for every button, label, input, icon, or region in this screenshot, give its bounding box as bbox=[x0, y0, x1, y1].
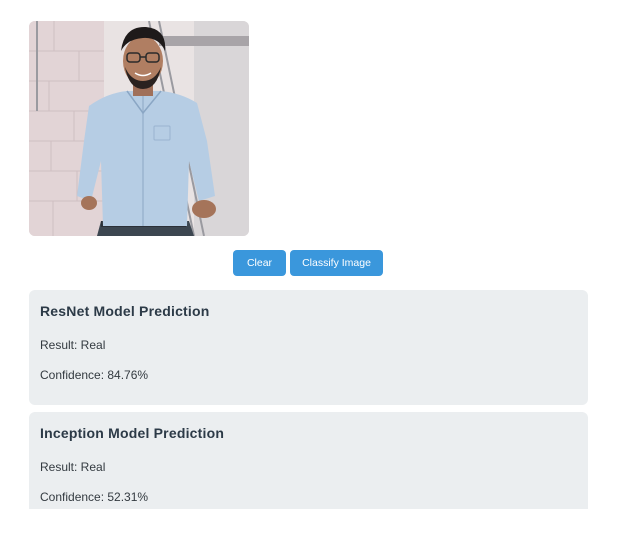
inception-prediction-card: Inception Model Prediction Result: Real … bbox=[29, 412, 588, 509]
image-preview bbox=[29, 21, 249, 236]
card-title: Inception Model Prediction bbox=[40, 425, 225, 441]
page: Clear Classify Image ResNet Model Predic… bbox=[0, 0, 627, 537]
card-title: ResNet Model Prediction bbox=[40, 303, 210, 319]
prediction-result: Result: Real bbox=[40, 338, 106, 352]
portrait-image bbox=[29, 21, 249, 236]
classify-image-button[interactable]: Classify Image bbox=[290, 250, 383, 276]
prediction-result: Result: Real bbox=[40, 460, 106, 474]
prediction-confidence: Confidence: 84.76% bbox=[40, 368, 149, 382]
prediction-confidence: Confidence: 52.31% bbox=[40, 490, 149, 504]
clear-button[interactable]: Clear bbox=[233, 250, 286, 276]
resnet-prediction-card: ResNet Model Prediction Result: Real Con… bbox=[29, 290, 588, 405]
